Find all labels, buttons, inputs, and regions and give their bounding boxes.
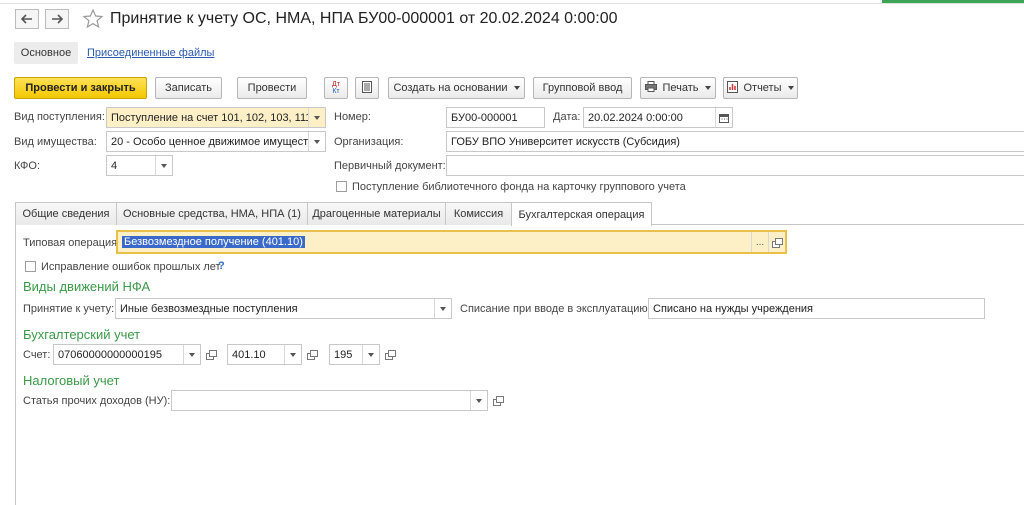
library-fund-checkbox[interactable] [336, 181, 347, 192]
kfo-label: КФО: [14, 160, 41, 172]
help-icon[interactable]: ? [218, 260, 225, 272]
receipt-type-value: Поступление на счет 101, 102, 103, 111. [111, 111, 308, 124]
dt-kt-button[interactable]: Дт Кт [324, 77, 348, 99]
top-border [0, 0, 1024, 4]
open-icon[interactable] [202, 344, 219, 365]
chevron-down-icon[interactable] [362, 345, 379, 364]
create-based-on-label: Создать на основании [393, 82, 508, 94]
fix-errors-checkbox[interactable] [25, 261, 36, 272]
dt-kt-icon: Дт Кт [332, 81, 340, 95]
receipt-type-field[interactable]: Поступление на счет 101, 102, 103, 111. [106, 107, 326, 128]
tab-main[interactable]: Основное [14, 42, 78, 64]
number-value: БУ00-000001 [451, 111, 518, 124]
subaccount-1-value: 401.10 [232, 348, 266, 361]
typical-operation-wrap: Безвозмездное получение (401.10) [122, 236, 751, 248]
open-icon[interactable] [489, 390, 506, 411]
other-income-label: Статья прочих доходов (НУ): [23, 395, 171, 407]
save-button[interactable]: Записать [155, 77, 222, 99]
other-income-field[interactable] [171, 390, 488, 411]
chevron-down-icon [704, 86, 711, 90]
arrow-left-icon [21, 14, 33, 24]
back-button[interactable] [15, 9, 39, 29]
chevron-down-icon[interactable] [434, 299, 451, 318]
post-and-close-button[interactable]: Провести и закрыть [14, 77, 147, 99]
open-icon[interactable] [303, 344, 320, 365]
kfo-field[interactable]: 4 [106, 155, 173, 176]
chevron-down-icon[interactable] [155, 156, 172, 175]
property-type-value: 20 - Особо ценное движимое имуществ [111, 135, 308, 148]
library-fund-label: Поступление библиотечного фонда на карто… [352, 181, 686, 193]
typical-operation-value: Безвозмездное получение (401.10) [122, 236, 305, 248]
group-input-button[interactable]: Групповой ввод [533, 77, 632, 99]
primary-document-label: Первичный документ: [334, 160, 446, 172]
account-value: 07060000000000195 [58, 348, 163, 361]
organization-value: ГОБУ ВПО Университет искусств (Субсидия) [451, 135, 680, 148]
document-list-icon [362, 80, 372, 96]
writeoff-field[interactable]: Списано на нужды учреждения [648, 298, 985, 319]
chevron-down-icon[interactable] [308, 132, 325, 151]
primary-document-field[interactable] [446, 155, 1024, 176]
print-label: Печать [662, 82, 699, 94]
document-list-button[interactable] [355, 77, 379, 99]
organization-label: Организация: [334, 136, 404, 148]
kfo-value: 4 [111, 159, 118, 172]
property-type-label: Вид имущества: [14, 136, 97, 148]
reports-button[interactable]: Отчеты [723, 77, 798, 99]
accounting-section-title: Бухгалтерский учет [23, 327, 141, 342]
arrow-right-icon [51, 14, 63, 24]
writeoff-label: Списание при вводе в эксплуатацию: [460, 303, 651, 315]
star-icon[interactable] [82, 8, 104, 33]
account-label: Счет: [23, 349, 51, 361]
tax-section-title: Налоговый учет [23, 373, 120, 388]
accept-value: Иные безвозмездные поступления [120, 302, 298, 315]
number-field[interactable]: БУ00-000001 [446, 107, 545, 128]
chevron-down-icon [513, 86, 520, 90]
print-button[interactable]: Печать [640, 77, 716, 99]
date-value: 20.02.2024 0:00:00 [588, 111, 683, 124]
tab-main-label: Основное [20, 47, 72, 59]
receipt-type-label: Вид поступления: [14, 111, 105, 123]
subaccount-2-value: 195 [334, 348, 353, 361]
subaccount-2-field[interactable]: 195 [329, 344, 380, 365]
post-button[interactable]: Провести [237, 77, 307, 99]
account-field[interactable]: 07060000000000195 [53, 344, 201, 365]
tab-attached-files[interactable]: Присоединенные файлы [87, 47, 214, 59]
chevron-down-icon[interactable] [284, 345, 301, 364]
tab-precious-materials[interactable]: Драгоценные материалы [307, 202, 446, 225]
calendar-icon[interactable] [715, 108, 732, 127]
tab-commission[interactable]: Комиссия [445, 202, 512, 225]
property-type-field[interactable]: 20 - Особо ценное движимое имуществ [106, 131, 326, 152]
chevron-down-icon[interactable] [308, 108, 325, 127]
accept-field[interactable]: Иные безвозмездные поступления [115, 298, 452, 319]
typical-operation-label: Типовая операция: [23, 237, 121, 249]
tab-accounting-operation[interactable]: Бухгалтерская операция [511, 202, 652, 226]
chevron-down-icon [787, 86, 794, 90]
select-ellipsis-button[interactable]: ... [751, 232, 768, 252]
open-icon[interactable] [768, 232, 785, 252]
chevron-down-icon[interactable] [183, 345, 200, 364]
typical-operation-field[interactable]: Безвозмездное получение (401.10) ... [116, 230, 787, 254]
tab-general[interactable]: Общие сведения [15, 202, 117, 225]
subaccount-1-field[interactable]: 401.10 [227, 344, 302, 365]
reports-label: Отчеты [743, 82, 782, 94]
accent-strip [882, 0, 1024, 3]
printer-icon [645, 81, 658, 95]
report-icon [727, 80, 739, 96]
writeoff-value: Списано на нужды учреждения [653, 302, 814, 315]
page-title: Принятие к учету ОС, НМА, НПА БУ00-00000… [110, 10, 618, 27]
accept-label: Принятие к учету: [23, 303, 115, 315]
open-icon[interactable] [381, 344, 398, 365]
date-label: Дата: [553, 111, 581, 123]
organization-field[interactable]: ГОБУ ВПО Университет искусств (Субсидия) [446, 131, 1024, 152]
date-field[interactable]: 20.02.2024 0:00:00 [583, 107, 733, 128]
nfa-section-title: Виды движений НФА [23, 279, 151, 294]
create-based-on-button[interactable]: Создать на основании [388, 77, 525, 99]
chevron-down-icon[interactable] [470, 391, 487, 410]
forward-button[interactable] [45, 9, 69, 29]
fix-errors-label: Исправление ошибок прошлых лет [41, 261, 221, 273]
number-label: Номер: [334, 111, 371, 123]
tab-fixed-assets[interactable]: Основные средства, НМА, НПА (1) [116, 202, 308, 225]
